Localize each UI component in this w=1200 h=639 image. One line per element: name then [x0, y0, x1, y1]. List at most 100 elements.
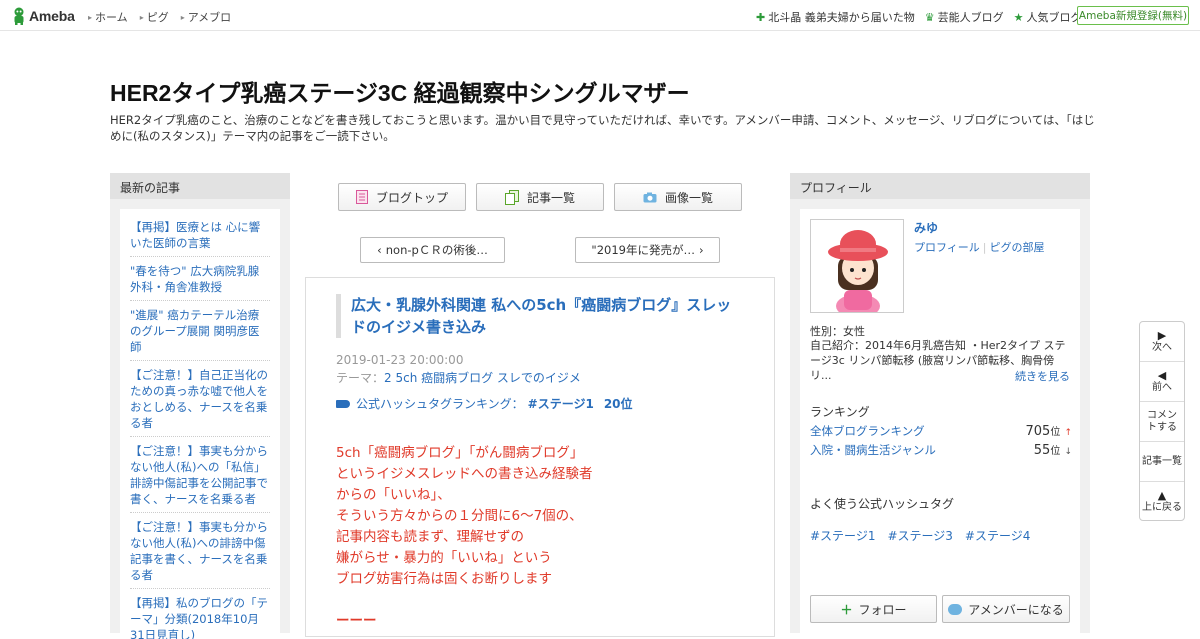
- floating-side-nav: ▶ 次へ ◀ 前へ コメントする 記事一覧 ▲ 上に戻る: [1139, 321, 1185, 521]
- list-pages-icon: [504, 189, 519, 205]
- ranking-row: 全体ブログランキング 705位 ↑: [810, 423, 1072, 439]
- ranking-label[interactable]: 全体ブログランキング: [810, 423, 925, 439]
- topic-link[interactable]: ✚ 北斗晶 義弟夫婦から届いた物: [756, 9, 915, 25]
- nav-ameblo[interactable]: ▸ アメブロ: [181, 9, 231, 25]
- follow-button[interactable]: ＋ フォロー: [810, 595, 937, 623]
- theme-prefix: テーマ：: [336, 371, 385, 385]
- ameba-logo[interactable]: Ameba: [12, 6, 75, 26]
- top-links: ✚ 北斗晶 義弟夫婦から届いた物 ♛ 芸能人ブログ ★ 人気ブログ: [756, 9, 1091, 25]
- nav-home[interactable]: ▸ ホーム: [88, 9, 128, 25]
- body-line: というイジメスレッドへの書き込み経験者: [336, 466, 593, 482]
- side-top-label: 上に戻る: [1142, 502, 1182, 513]
- nav-ameblo-label: アメブロ: [187, 11, 232, 24]
- ranking-position: 20位: [603, 397, 633, 411]
- celebrity-blog-link[interactable]: ♛ 芸能人ブログ: [925, 9, 1004, 25]
- ranking-heading: ランキング: [810, 405, 870, 419]
- rank-number: 55: [1033, 443, 1051, 458]
- next-article-label: "2019年に発売が…: [591, 243, 695, 257]
- prev-article-button[interactable]: ‹ non-pＣＲの術後…: [360, 237, 505, 263]
- hashtag-link[interactable]: #ステージ1: [810, 527, 875, 544]
- ranking-label[interactable]: 入院・闘病生活ジャンル: [810, 442, 936, 458]
- article-body: 5ch「癌闘病ブログ」「がん闘病ブログ」 というイジメスレッドへの書き込み経験者…: [336, 443, 593, 632]
- nav-pigg-label: ピグ: [146, 11, 169, 24]
- logo-text: Ameba: [29, 8, 75, 24]
- follow-label: フォロー: [858, 602, 907, 617]
- avatar-image: [811, 220, 903, 312]
- article-pager: ‹ non-pＣＲの術後… "2019年に発売が… ›: [360, 237, 720, 263]
- body-line: 5ch「癌闘病ブログ」「がん闘病ブログ」: [336, 445, 584, 461]
- rank-unit: 位: [1050, 427, 1061, 438]
- rank-number: 705: [1025, 424, 1051, 439]
- next-article-button[interactable]: "2019年に発売が… ›: [575, 237, 720, 263]
- article-theme: テーマ：2 5ch 癌闘病ブログ スレでのイジメ: [336, 369, 581, 386]
- hashtag-link[interactable]: #ステージ3: [887, 527, 952, 544]
- triangle-up-icon: ▲: [1157, 489, 1167, 502]
- register-button[interactable]: Ameba新規登録(無料): [1077, 6, 1189, 25]
- blog-title[interactable]: HER2タイプ乳癌ステージ3C 経過観察中シングルマザー: [110, 74, 690, 108]
- image-list-button[interactable]: 画像一覧: [614, 183, 742, 211]
- celebrity-blog-label: 芸能人ブログ: [937, 11, 1004, 24]
- avatar[interactable]: [810, 219, 904, 313]
- side-prev-button[interactable]: ◀ 前へ: [1140, 362, 1184, 402]
- prev-article-label: non-pＣＲの術後…: [385, 243, 488, 257]
- read-more-link[interactable]: 続きを見る: [1000, 368, 1070, 384]
- pigg-room-link[interactable]: ピグの部屋: [990, 241, 1045, 254]
- side-top-button[interactable]: ▲ 上に戻る: [1140, 482, 1184, 522]
- body-line: [336, 590, 593, 611]
- blog-top-button[interactable]: ブログトップ: [338, 183, 466, 211]
- recent-article-link[interactable]: "進展" 癌カテーテル治療のグループ展開 関明彦医師: [130, 305, 270, 361]
- recent-article-link[interactable]: "春を待つ" 広大病院乳腺外科・角舎准教授: [130, 261, 270, 301]
- ranking-tag: #ステージ1: [527, 397, 594, 411]
- topic-link-label: 北斗晶 義弟夫婦から届いた物: [768, 11, 915, 24]
- plus-icon: ✚: [756, 10, 766, 24]
- side-comment-label: コメントする: [1147, 409, 1177, 433]
- side-next-button[interactable]: ▶ 次へ: [1140, 322, 1184, 362]
- caret-right-icon: ▸: [180, 12, 185, 22]
- profile-link[interactable]: プロフィール: [914, 241, 980, 254]
- profile-links: プロフィール | ピグの部屋: [914, 239, 1045, 255]
- chevron-left-icon: ‹: [377, 243, 382, 257]
- recent-article-link[interactable]: 【ご注意！】自己正当化のための真っ赤な嘘で他人をおとしめる、ナースを名乗る者: [130, 365, 270, 437]
- profile-name[interactable]: みゆ: [914, 219, 938, 236]
- body-line: そういう方々からの１分間に6～7個の、: [336, 508, 583, 524]
- side-comment-button[interactable]: コメントする: [1140, 402, 1184, 442]
- article-list-button[interactable]: 記事一覧: [476, 183, 604, 211]
- caret-right-icon: ▸: [139, 12, 144, 22]
- ranking-value: 55位 ↓: [1034, 442, 1072, 458]
- body-line: ブログ妨害行為は固くお断りします: [336, 571, 552, 587]
- article-title[interactable]: 広大・乳腺外科関連 私への5ch『癌闘病ブログ』スレッドのイジメ書き込み: [336, 294, 746, 338]
- crown-icon: ♛: [924, 10, 935, 24]
- recent-article-link[interactable]: 【再掲】医療とは 心に響いた医師の言葉: [130, 217, 270, 257]
- recent-article-link[interactable]: 【ご注意！】事実も分からない他人(私)への「私信」誹謗中傷記事を公開記事で書く、…: [130, 441, 270, 513]
- side-next-label: 次へ: [1152, 341, 1172, 353]
- hashtag-list: #ステージ1 #ステージ3 #ステージ4: [810, 527, 1042, 544]
- star-icon: ★: [1013, 10, 1024, 24]
- body-line: からの「いいね」、: [336, 487, 451, 503]
- trend-up-icon: ↑: [1064, 428, 1072, 438]
- theme-link[interactable]: 2 5ch 癌闘病ブログ スレでのイジメ: [384, 371, 581, 385]
- nav-pigg[interactable]: ▸ ピグ: [140, 9, 169, 25]
- play-right-icon: ▶: [1157, 328, 1167, 342]
- ameba-mascot-icon: [14, 7, 24, 25]
- rank-unit: 位: [1050, 446, 1061, 457]
- blog-description: HER2タイプ乳癌のこと、治療のことなどを書き残しておこうと思います。温かい目で…: [110, 113, 1095, 143]
- side-list-button[interactable]: 記事一覧: [1140, 442, 1184, 482]
- ranking-text: 公式ハッシュタグランキング：: [356, 397, 524, 411]
- blog-toolbar: ブログトップ 記事一覧 画像一覧: [338, 183, 752, 211]
- popular-blog-label: 人気ブログ: [1026, 11, 1082, 24]
- popular-blog-link[interactable]: ★ 人気ブログ: [1014, 9, 1082, 25]
- body-line: ーーー: [336, 613, 377, 629]
- side-prev-label: 前へ: [1152, 381, 1172, 393]
- article-card: 広大・乳腺外科関連 私への5ch『癌闘病ブログ』スレッドのイジメ書き込み 201…: [305, 277, 775, 637]
- body-line: 記事内容も読まず、理解せずの: [336, 529, 525, 545]
- ranking-value: 705位 ↑: [1025, 423, 1072, 439]
- separator: |: [982, 241, 987, 254]
- tag-icon: [336, 399, 350, 408]
- recent-article-link[interactable]: 【ご注意！】事実も分からない他人(私)への誹謗中傷記事を書く、ナースを名乗る者: [130, 517, 270, 589]
- plus-icon: ＋: [840, 602, 853, 617]
- amember-button[interactable]: アメンバーになる: [942, 595, 1070, 623]
- hashtag-ranking[interactable]: 公式ハッシュタグランキング： #ステージ1 20位: [336, 395, 633, 412]
- recent-article-link[interactable]: 【再掲】私のブログの「テーマ」分類(2018年10月31日見直し): [130, 593, 270, 639]
- hashtag-link[interactable]: #ステージ4: [965, 527, 1030, 544]
- body-line: 嫌がらせ・暴力的「いいね」という: [336, 550, 552, 566]
